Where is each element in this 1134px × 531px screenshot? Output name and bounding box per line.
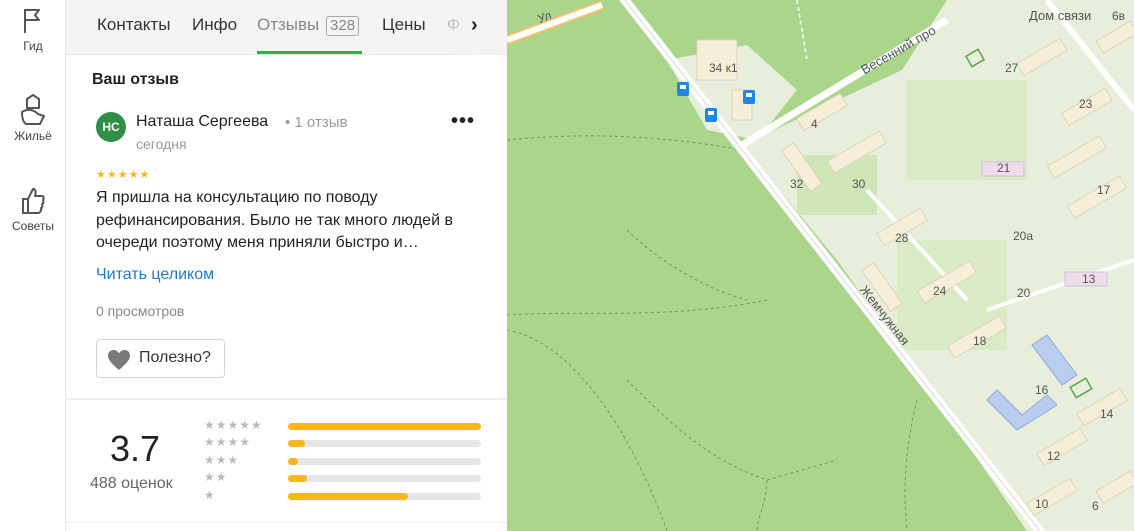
rail-item-guide[interactable]: Гид [0,6,66,53]
building-number: 18 [973,334,987,348]
rating-count: 488 оценок [90,475,173,492]
building-number: 30 [852,177,866,191]
review-date: сегодня [136,136,187,152]
useful-label: Полезно? [139,349,211,366]
building-number: 10 [1035,497,1049,511]
review-author-meta: • 1 отзыв [285,114,348,131]
building-number: 28 [895,231,909,245]
poi-label-house-of-communications[interactable]: Дом связи [1029,8,1091,23]
bottom-divider [66,522,507,523]
rating-row-fill [288,458,298,465]
rating-row-fill [288,440,306,447]
building-number: 13 [1082,272,1096,286]
review-author-name[interactable]: Наташа Сергеева [136,113,268,131]
review-more-button[interactable]: ••• [451,111,475,131]
building-number: 21 [997,161,1011,175]
flag-icon [0,6,66,36]
house-hand-icon [0,94,66,126]
rail-label-tips: Советы [12,219,54,233]
thumbs-up-icon [0,186,66,216]
building-number: 34 к1 [709,61,738,75]
rating-row-3: ★★★ [204,453,484,468]
active-tab-indicator [257,51,362,54]
avatar[interactable]: НС [96,112,126,142]
building-number: 24 [933,284,947,298]
rating-row-track [288,475,481,482]
rating-row-2: ★★ [204,470,484,485]
rail-item-tips[interactable]: Советы [0,186,66,233]
rating-row-fill [288,423,481,430]
rating-row-stars: ★★★★★ [204,418,263,432]
building-number: 20 [1017,286,1031,300]
read-more-link[interactable]: Читать целиком [96,266,214,284]
rating-row-fill [288,493,408,500]
rating-row-track [288,423,481,430]
tab-prices[interactable]: Цены [382,15,426,35]
tab-reviews[interactable]: Отзывы 328 [257,15,360,36]
building-number: 16 [1035,383,1049,397]
section-divider [66,398,507,400]
rating-row-4: ★★★★ [204,435,484,450]
building-number: 17 [1097,183,1111,197]
tab-contacts[interactable]: Контакты [97,15,170,35]
tab-bar: Контакты Инфо Отзывы 328 Цены Ф › [66,0,507,55]
rating-row-stars: ★★★ [204,453,240,467]
building-number: 27 [1005,61,1019,75]
rating-row-track [288,458,481,465]
rating-row-5: ★★★★★ [204,418,484,433]
building-number: 32 [790,177,804,191]
left-rail: Гид Жильё Советы [0,0,66,531]
rating-row-stars: ★★★★ [204,435,252,449]
rating-row-1: ★ [204,488,484,503]
building-number: 6в [1112,9,1125,23]
building-number: 6 [1092,499,1099,513]
building-number: 4 [811,117,818,131]
rating-row-track [288,440,481,447]
rating-row-fill [288,475,308,482]
useful-button[interactable]: Полезно? [96,339,225,378]
map-canvas[interactable]: Жемчужная Весенний про Ул Дом связи 34 к… [507,0,1134,531]
review-text: Я пришла на консультацию по поводу рефин… [96,189,453,251]
rating-row-stars: ★ [204,488,216,502]
rating-row-stars: ★★ [204,470,228,484]
rating-value: 3.7 [110,428,161,469]
building-number: 12 [1047,449,1061,463]
building-number: 20а [1013,229,1033,243]
building-number: 14 [1100,407,1114,421]
tabs-next-arrow[interactable]: › [471,14,478,37]
rating-row-track [288,493,481,500]
your-review-title: Ваш отзыв [92,71,179,88]
review-views: 0 просмотров [96,303,185,319]
building-number: 23 [1079,97,1093,111]
rail-label-housing: Жильё [14,129,52,143]
tab-reviews-label: Отзывы [257,15,320,34]
reviews-count-badge: 328 [326,16,360,36]
map-view[interactable]: Жемчужная Весенний про Ул Дом связи 34 к… [507,0,1134,531]
review-stars: ★★★★★ [96,169,151,181]
tab-info[interactable]: Инфо [192,15,237,35]
rail-label-guide: Гид [23,39,43,53]
organization-panel: Контакты Инфо Отзывы 328 Цены Ф › Ваш от… [66,0,507,531]
rail-item-housing[interactable]: Жильё [0,94,66,143]
